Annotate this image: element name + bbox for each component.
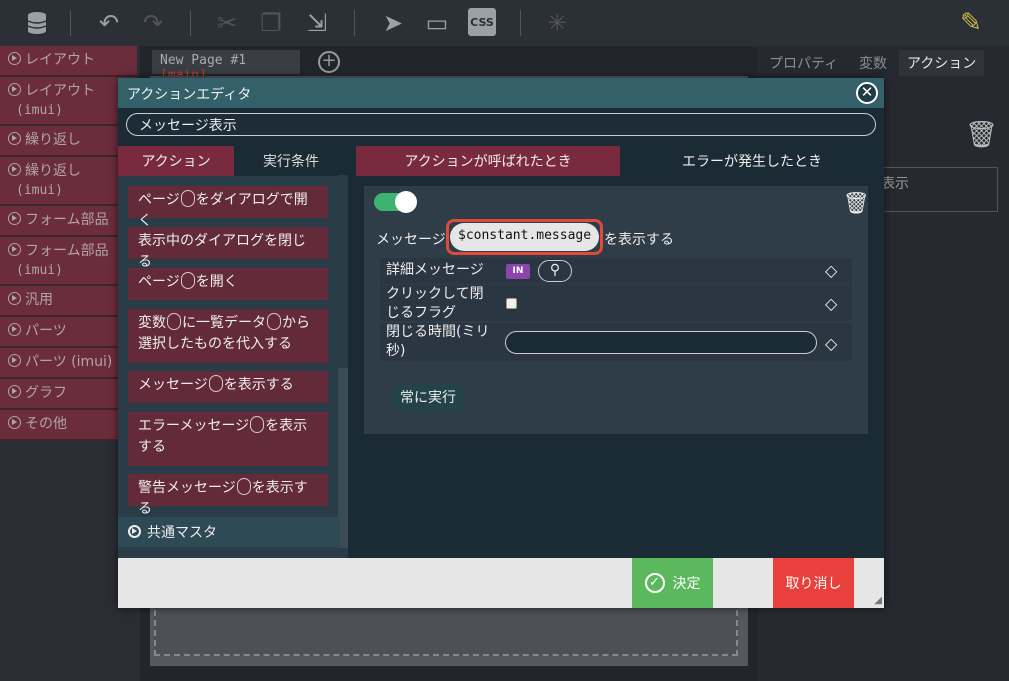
import-icon[interactable]: ⇲ [302,8,332,38]
slot-placeholder [208,375,223,392]
tab-on-called[interactable]: アクションが呼ばれたとき [356,146,620,176]
close-time-input[interactable] [505,331,817,354]
css-icon[interactable]: CSS [468,8,496,36]
tab-condition[interactable]: 実行条件 [234,146,348,176]
palette-item-layout-imui[interactable]: レイアウト (imui) [0,77,137,125]
main-toolbar: ↶ ↷ ✂ ❐ ⇲ ➤ ▭ CSS ✳ ✎ [0,0,1009,46]
ok-button[interactable]: ✓ 決定 [632,558,713,608]
check-icon: ✓ [644,573,665,593]
palette-item-other[interactable]: その他 [0,410,137,440]
slot-placeholder [180,272,195,289]
param-row-detail: 詳細メッセージ [380,258,852,284]
play-icon [8,52,21,65]
search-icon[interactable]: ⚲ [538,260,572,282]
list-item[interactable]: ページ を開く [128,268,328,300]
trash-icon[interactable]: 🗑 [843,191,870,216]
play-icon [8,385,21,398]
drop-zone [154,600,738,656]
database-icon[interactable] [22,8,52,38]
in-badge: IN [506,264,530,279]
list-item[interactable]: 変数 に一覧データ から選択したものを代入する [128,309,328,363]
palette-item-repeat[interactable]: 繰り返し [0,126,137,156]
loading-icon[interactable]: ✳ [542,8,572,38]
edit-pen-icon[interactable]: ✎ [956,8,986,38]
dialog-header: アクションエディタ ✕ [118,78,884,108]
action-name-input[interactable] [126,113,876,136]
undo-icon[interactable]: ↶ [94,8,124,38]
trash-icon[interactable]: 🗑 [965,120,998,150]
tab-properties[interactable]: プロパティ [761,50,846,76]
always-run-button[interactable]: 常に実行 [391,383,465,413]
eraser-icon[interactable]: ◇ [825,294,837,313]
toolbar-divider [520,10,521,36]
cancel-button[interactable]: 取り消し [773,558,854,608]
toolbar-divider [190,10,191,36]
category-common-master[interactable]: 共通マスタ [118,517,340,547]
add-page-icon[interactable]: + [318,51,340,73]
play-icon [8,416,21,429]
play-icon [8,83,21,96]
close-icon[interactable]: ✕ [856,82,878,104]
action-card: 🗑 メッセージ $constant.message を表示する 詳細メッセージ … [364,186,870,434]
list-item[interactable]: エラーメッセージ を表示する [128,412,328,466]
play-icon [8,163,21,176]
play-icon [128,525,141,538]
list-item[interactable]: ページ をダイアログで開く [128,186,328,229]
toolbar-divider [354,10,355,36]
slot-placeholder [180,190,195,207]
cursor-icon[interactable]: ➤ [378,8,408,38]
message-suffix: を表示する [604,232,674,248]
close-flag-checkbox[interactable] [506,298,517,309]
dialog-footer: ✓ 決定 取り消し ◢ [118,558,884,608]
monitor-icon[interactable]: ▭ [422,8,452,38]
message-value-chip[interactable]: $constant.message [450,223,599,251]
palette-item-parts[interactable]: パーツ [0,317,137,347]
tab-variables[interactable]: 変数 [851,50,895,76]
message-label: メッセージ [376,232,446,248]
palette-item-form-imui[interactable]: フォーム部品 (imui) [0,237,137,285]
palette-item-repeat-imui[interactable]: 繰り返し (imui) [0,157,137,205]
slot-placeholder [267,313,281,330]
play-icon [8,323,21,336]
palette-item-graph[interactable]: グラフ [0,379,137,409]
dialog-title: アクションエディタ [127,87,252,103]
action-list: ページ をダイアログで開く 表示中のダイアログを閉じる ページ を開く 変数 に一覧デ… [118,176,348,558]
eraser-icon[interactable]: ◇ [825,261,837,280]
play-icon [8,212,21,225]
list-item[interactable]: 表示中のダイアログを閉じる [128,227,328,270]
redo-icon[interactable]: ↷ [138,8,168,38]
list-item[interactable]: メッセージ を表示する [128,371,328,403]
action-entry[interactable]: 表示 [872,167,998,212]
action-editor-dialog: アクションエディタ ✕ アクション 実行条件 ページをダイアログで開く 表示中の… [118,78,884,608]
play-icon [8,292,21,305]
cut-icon[interactable]: ✂ [212,8,242,38]
play-icon [8,243,21,256]
toolbar-divider [70,10,71,36]
copy-icon[interactable]: ❐ [256,8,286,38]
palette-item-form[interactable]: フォーム部品 [0,206,137,236]
slot-placeholder [250,416,265,433]
resize-grip-icon[interactable]: ◢ [874,595,882,606]
play-icon [8,132,21,145]
list-item[interactable]: 警告メッセージ を表示する [128,474,328,517]
tab-on-error[interactable]: エラーが発生したとき [620,146,884,176]
page-tab[interactable]: New Page #1 [main] [152,50,300,83]
param-row-close-flag: クリックして閉じるフラグ [380,285,852,321]
palette-item-general[interactable]: 汎用 [0,286,137,316]
eraser-icon[interactable]: ◇ [825,334,837,353]
palette-item-parts-imui[interactable]: パーツ (imui) [0,348,137,378]
slot-placeholder [236,478,251,495]
play-icon [8,354,21,367]
tab-action[interactable]: アクション [118,146,234,176]
enable-toggle[interactable] [374,191,417,213]
palette-item-layout[interactable]: レイアウト [0,46,137,76]
tab-actions[interactable]: アクション [899,50,985,76]
slot-placeholder [167,313,181,330]
